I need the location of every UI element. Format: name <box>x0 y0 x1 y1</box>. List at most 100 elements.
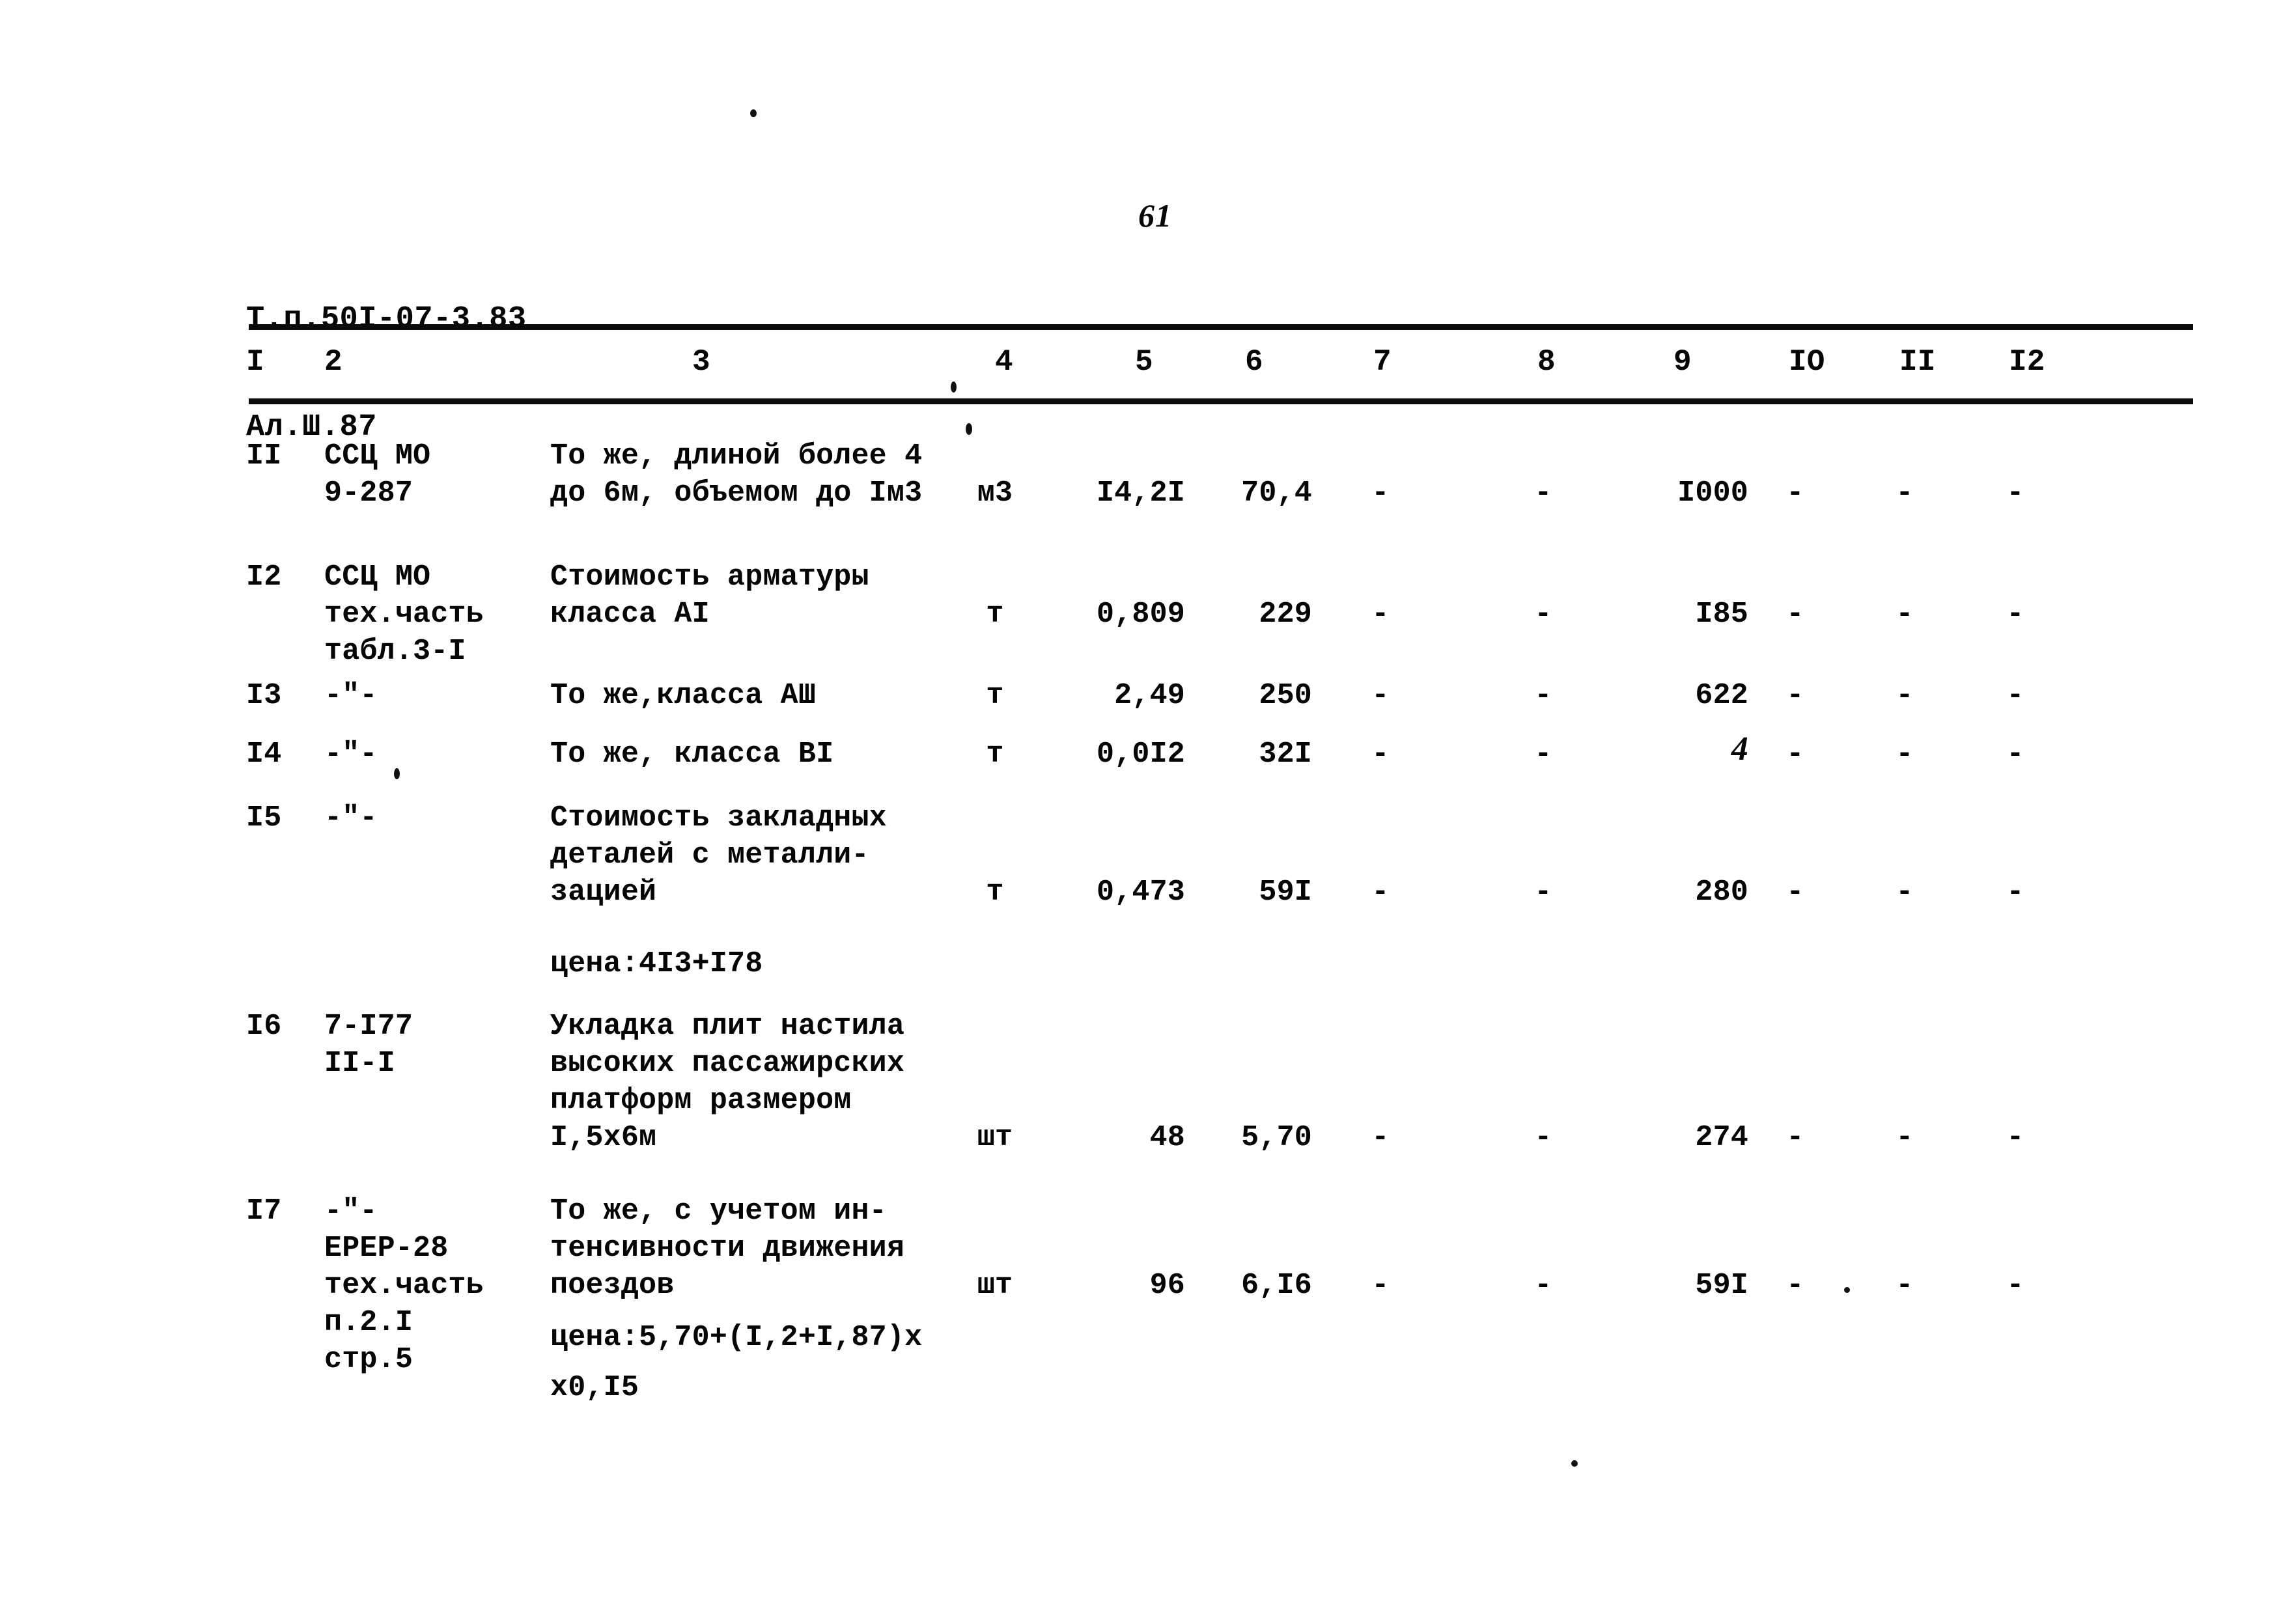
row-total: 59I <box>1695 1269 1748 1302</box>
row-col7: - <box>1371 477 1390 510</box>
row-description: То же, длиной более 4 <box>550 439 923 473</box>
scan-speck <box>966 423 972 435</box>
row-qty: 2,49 <box>1114 679 1185 712</box>
row-code: стр.5 <box>324 1343 413 1376</box>
row-col11: - <box>1896 679 1914 712</box>
row-col10: - <box>1786 738 1804 771</box>
row-price: 5,70 <box>1241 1121 1312 1154</box>
row-code: ССЦ МО <box>324 439 431 473</box>
column-header-8: 8 <box>1537 345 1556 379</box>
row-col10: - <box>1786 1269 1804 1302</box>
row-code: тех.часть <box>324 1269 484 1302</box>
row-col12: - <box>2006 598 2024 631</box>
row-col7: - <box>1371 598 1390 631</box>
row-total: I85 <box>1695 598 1748 631</box>
table-row: I4 <box>246 738 282 771</box>
row-col10: - <box>1786 1121 1804 1154</box>
row-col12: - <box>2006 1121 2024 1154</box>
row-col7: - <box>1371 679 1390 712</box>
row-description: поездов <box>550 1269 675 1302</box>
row-code: табл.3-I <box>324 635 466 668</box>
row-description: зацией <box>550 876 657 909</box>
row-col12: - <box>2006 679 2024 712</box>
row-description: То же, класса ВI <box>550 738 834 771</box>
row-price: 6,I6 <box>1241 1269 1312 1302</box>
row-col10: - <box>1786 876 1804 909</box>
row-description: деталей с металли- <box>550 839 869 872</box>
row-col8: - <box>1534 679 1552 712</box>
column-header-1: I <box>246 345 264 379</box>
table-row: I3 <box>246 679 282 712</box>
row-description: То же, с учетом ин- <box>550 1195 887 1228</box>
row-description: тенсивности движения <box>550 1232 905 1265</box>
row-col11: - <box>1896 1269 1914 1302</box>
row-unit: шт <box>977 1269 1013 1302</box>
row-description: Стоимость арматуры <box>550 561 869 594</box>
row-total: 4 <box>1731 730 1748 768</box>
row-code: п.2.I <box>324 1306 413 1339</box>
row-price: 250 <box>1259 679 1312 712</box>
row-col12: - <box>2006 738 2024 771</box>
row-total: 622 <box>1695 679 1748 712</box>
row-code: II-I <box>324 1047 395 1080</box>
row-code: -"- <box>324 801 378 835</box>
row-description: I,5х6м <box>550 1121 657 1154</box>
row-col12: - <box>2006 477 2024 510</box>
row-code: -"- <box>324 738 378 771</box>
row-unit: шт <box>977 1121 1013 1154</box>
column-header-2: 2 <box>324 345 343 379</box>
row-description: То же,класса АШ <box>550 679 817 712</box>
row-code: тех.часть <box>324 598 484 631</box>
row-code: ССЦ МО <box>324 561 431 594</box>
row-col12: - <box>2006 1269 2024 1302</box>
column-header-9: 9 <box>1673 345 1692 379</box>
row-qty: 0,809 <box>1096 598 1185 631</box>
row-description: Укладка плит настила <box>550 1010 905 1043</box>
row-note: цена:4I3+I78 <box>550 947 763 980</box>
row-note-2: х0,I5 <box>550 1371 639 1404</box>
row-col12: - <box>2006 876 2024 909</box>
row-col8: - <box>1534 598 1552 631</box>
column-header-5: 5 <box>1135 345 1153 379</box>
row-code: -"- <box>324 1195 378 1228</box>
column-header-6: 6 <box>1245 345 1263 379</box>
row-qty: I4,2I <box>1096 477 1185 510</box>
row-note: цена:5,70+(I,2+I,87)х <box>550 1321 923 1354</box>
row-code: 9-287 <box>324 477 413 510</box>
row-unit: м3 <box>977 477 1013 510</box>
scan-speck <box>951 381 957 393</box>
row-col8: - <box>1534 1121 1552 1154</box>
row-col11: - <box>1896 738 1914 771</box>
table-row: I2 <box>246 561 282 594</box>
row-col10: - <box>1786 679 1804 712</box>
row-total: 274 <box>1695 1121 1748 1154</box>
row-col11: - <box>1896 1121 1914 1154</box>
row-col8: - <box>1534 477 1552 510</box>
document-page: Т.п.50I-07-3.83 Ал.Ш.87 61 I 2 3 4 5 6 7… <box>0 0 2296 1608</box>
row-col8: - <box>1534 1269 1552 1302</box>
row-price: 59I <box>1259 876 1312 909</box>
scan-speck <box>750 109 757 117</box>
row-description: высоких пассажирских <box>550 1047 905 1080</box>
row-description: платформ размером <box>550 1084 852 1117</box>
row-col10: - <box>1786 598 1804 631</box>
row-unit: т <box>986 598 1004 631</box>
column-header-12: I2 <box>2009 345 2045 379</box>
table-row: I5 <box>246 801 282 835</box>
row-col7: - <box>1371 876 1390 909</box>
column-header-11: II <box>1899 345 1936 379</box>
table-row: I6 <box>246 1010 282 1043</box>
row-col7: - <box>1371 1269 1390 1302</box>
column-header-7: 7 <box>1373 345 1392 379</box>
cost-estimate-table: I 2 3 4 5 6 7 8 9 IO II I2 II ССЦ МО 9-2… <box>0 0 2296 1608</box>
row-col11: - <box>1896 876 1914 909</box>
row-col11: - <box>1896 477 1914 510</box>
row-qty: 0,0I2 <box>1096 738 1185 771</box>
row-col7: - <box>1371 1121 1390 1154</box>
scan-speck <box>1571 1460 1578 1467</box>
row-code: ЕРЕР-28 <box>324 1232 449 1265</box>
table-row: I7 <box>246 1195 282 1228</box>
scan-speck <box>394 768 400 779</box>
row-total: 280 <box>1695 876 1748 909</box>
row-col10: - <box>1786 477 1804 510</box>
